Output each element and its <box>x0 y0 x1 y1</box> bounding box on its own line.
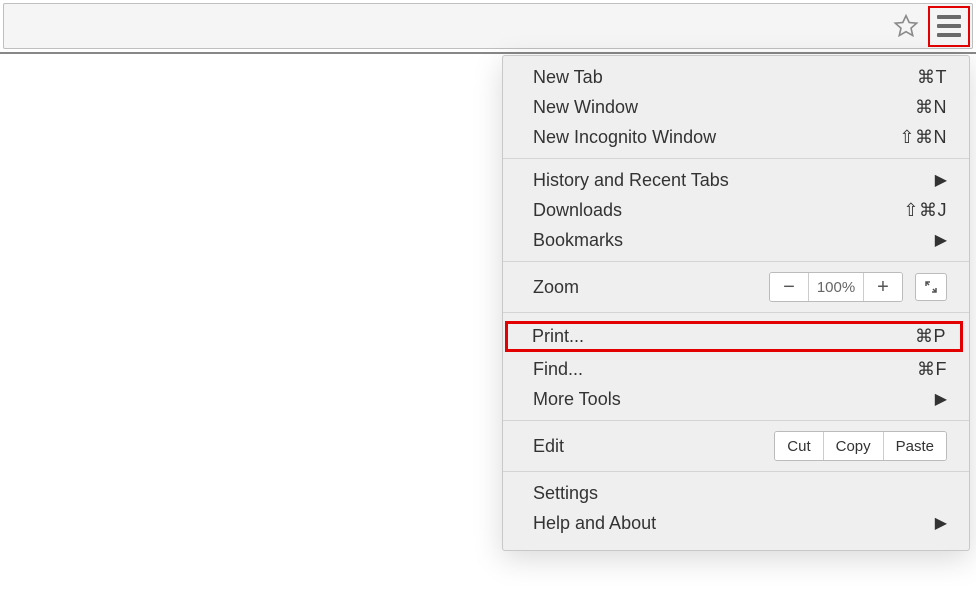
menu-label: Help and About <box>533 513 656 534</box>
fullscreen-button[interactable] <box>915 273 947 301</box>
menu-label: Edit <box>533 436 564 457</box>
menu-item-find[interactable]: Find... ⌘F <box>503 354 969 384</box>
menu-item-new-incognito[interactable]: New Incognito Window ⇧⌘N <box>503 122 969 152</box>
menu-label: Find... <box>533 359 583 380</box>
menu-group-settings: Settings Help and About ▶ <box>503 472 969 544</box>
menu-item-history[interactable]: History and Recent Tabs ▶ <box>503 165 969 195</box>
address-bar[interactable] <box>4 4 884 48</box>
menu-label: More Tools <box>533 389 621 410</box>
menu-item-new-tab[interactable]: New Tab ⌘T <box>503 62 969 92</box>
zoom-button-group: − 100% + <box>769 272 903 302</box>
menu-item-new-window[interactable]: New Window ⌘N <box>503 92 969 122</box>
chevron-right-icon: ▶ <box>935 170 947 190</box>
menu-label: Print... <box>532 326 584 347</box>
menu-shortcut: ⌘F <box>917 359 947 380</box>
browser-menu: New Tab ⌘T New Window ⌘N New Incognito W… <box>502 55 970 551</box>
menu-label: New Tab <box>533 67 603 88</box>
browser-toolbar <box>3 3 973 49</box>
menu-item-settings[interactable]: Settings <box>503 478 969 508</box>
menu-group-edit: Edit Cut Copy Paste <box>503 421 969 472</box>
zoom-out-button[interactable]: − <box>770 273 808 301</box>
menu-group-history: History and Recent Tabs ▶ Downloads ⇧⌘J … <box>503 159 969 262</box>
copy-button[interactable]: Copy <box>823 432 883 460</box>
menu-group-zoom: Zoom − 100% + <box>503 262 969 313</box>
zoom-value: 100% <box>808 273 864 301</box>
menu-shortcut: ⌘N <box>915 97 947 118</box>
menu-label: History and Recent Tabs <box>533 170 729 191</box>
zoom-in-button[interactable]: + <box>864 273 902 301</box>
cut-button[interactable]: Cut <box>775 432 822 460</box>
bookmark-star-icon[interactable] <box>884 4 928 48</box>
menu-item-edit: Edit Cut Copy Paste <box>503 427 969 465</box>
menu-label: Settings <box>533 483 598 504</box>
menu-item-downloads[interactable]: Downloads ⇧⌘J <box>503 195 969 225</box>
hamburger-menu-button[interactable] <box>928 6 970 47</box>
menu-shortcut: ⌘P <box>915 326 946 347</box>
menu-shortcut: ⇧⌘J <box>903 200 947 221</box>
menu-group-new: New Tab ⌘T New Window ⌘N New Incognito W… <box>503 56 969 159</box>
menu-shortcut: ⇧⌘N <box>899 127 947 148</box>
menu-item-more-tools[interactable]: More Tools ▶ <box>503 384 969 414</box>
zoom-controls: − 100% + <box>769 272 947 302</box>
menu-shortcut: ⌘T <box>917 67 947 88</box>
menu-group-tools: Print... ⌘P Find... ⌘F More Tools ▶ <box>503 313 969 421</box>
edit-button-group: Cut Copy Paste <box>774 431 947 461</box>
chevron-right-icon: ▶ <box>935 230 947 250</box>
chevron-right-icon: ▶ <box>935 389 947 409</box>
menu-item-print[interactable]: Print... ⌘P <box>505 321 963 352</box>
menu-label: New Window <box>533 97 638 118</box>
menu-label: Zoom <box>533 277 579 298</box>
menu-label: Downloads <box>533 200 622 221</box>
menu-item-help[interactable]: Help and About ▶ <box>503 508 969 538</box>
menu-label: New Incognito Window <box>533 127 716 148</box>
menu-item-bookmarks[interactable]: Bookmarks ▶ <box>503 225 969 255</box>
menu-label: Bookmarks <box>533 230 623 251</box>
paste-button[interactable]: Paste <box>883 432 946 460</box>
chevron-right-icon: ▶ <box>935 513 947 533</box>
hamburger-icon <box>937 15 961 37</box>
menu-item-zoom: Zoom − 100% + <box>503 268 969 306</box>
